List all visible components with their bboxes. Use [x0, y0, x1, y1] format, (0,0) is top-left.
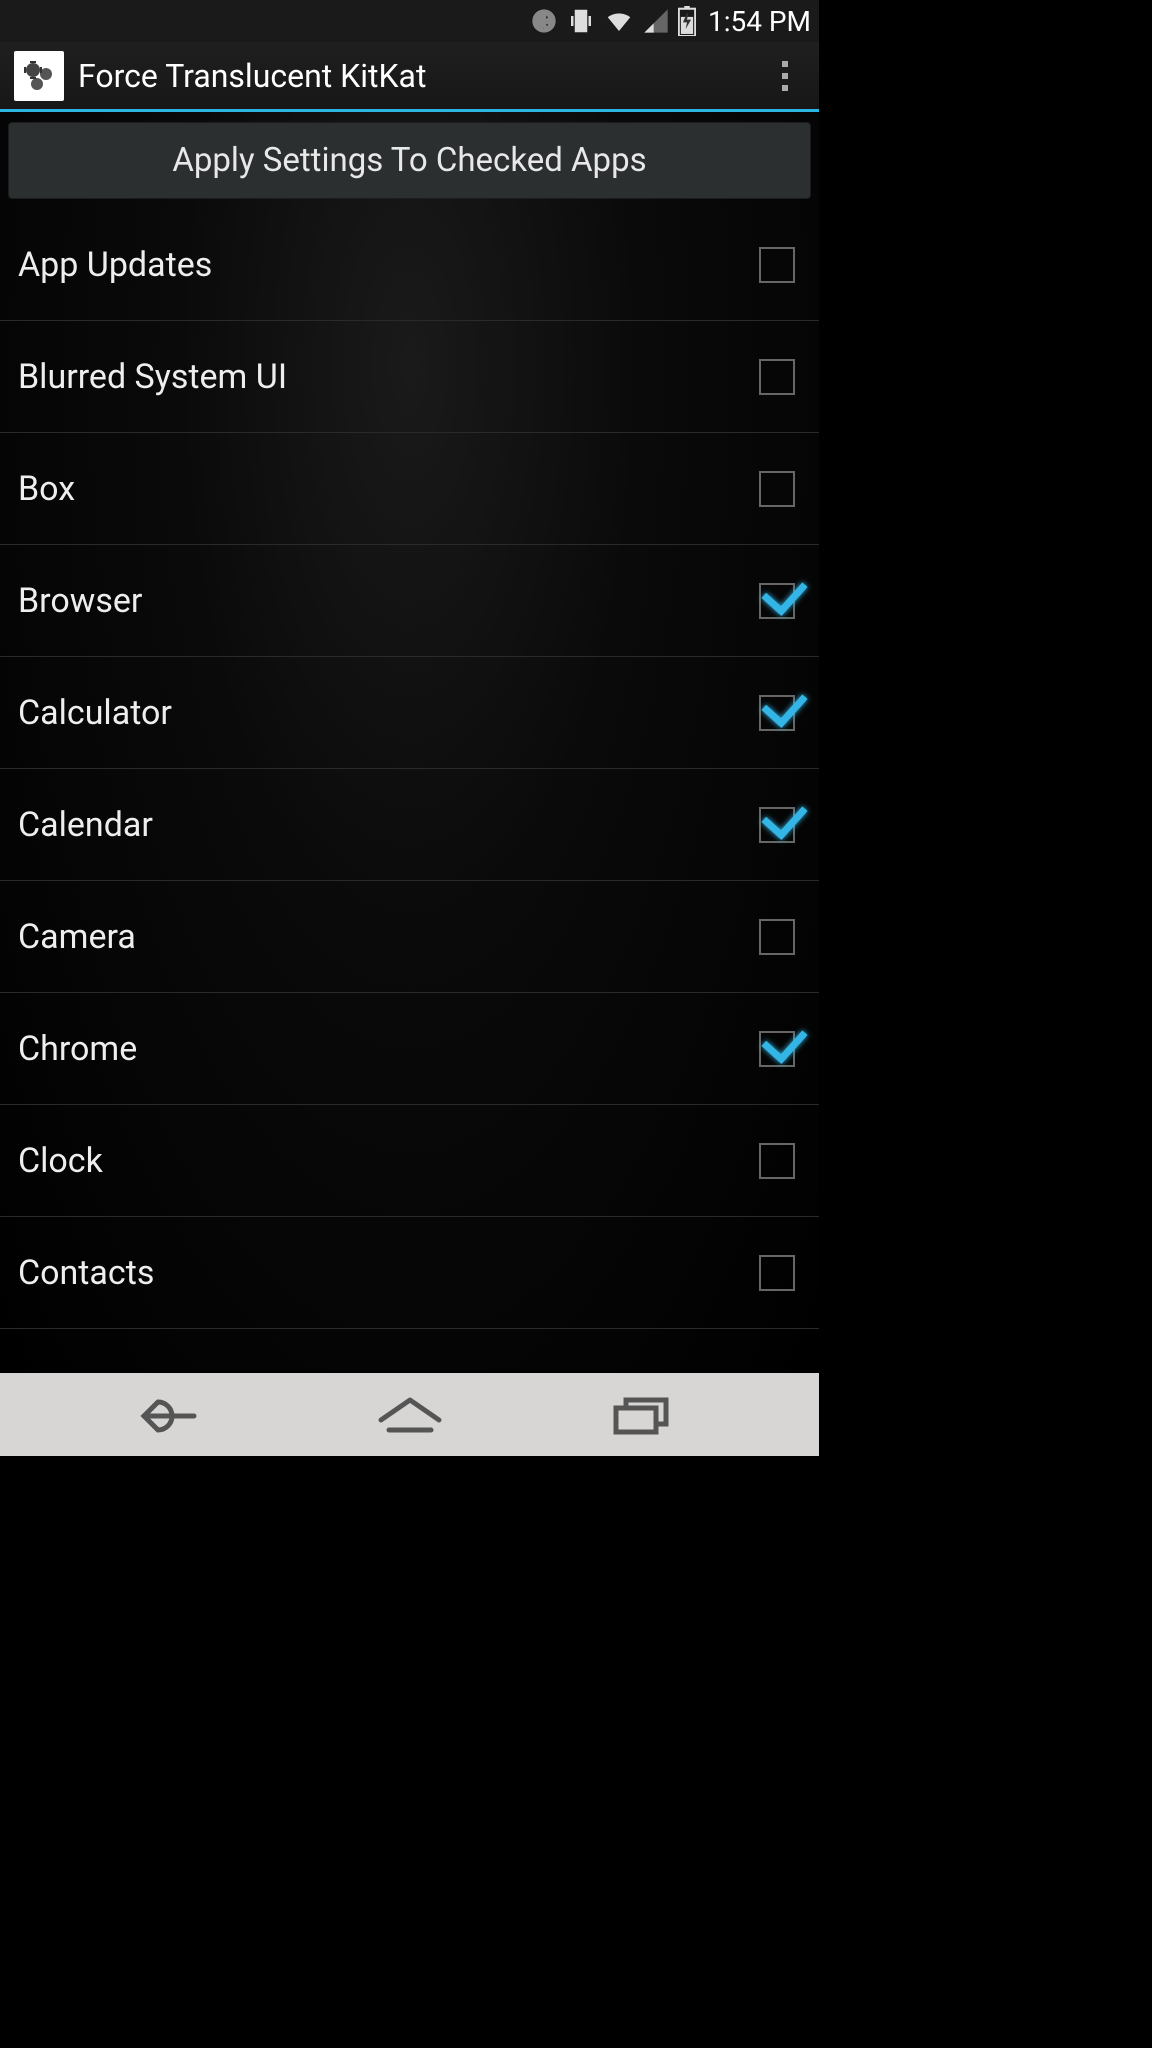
wifi-icon — [604, 6, 634, 36]
app-icon — [14, 51, 64, 101]
app-row[interactable]: Calendar — [0, 769, 819, 881]
app-row[interactable]: Calculator — [0, 657, 819, 769]
action-bar: Force Translucent KitKat — [0, 42, 819, 112]
app-name-label: App Updates — [18, 245, 759, 285]
app-row[interactable]: Camera — [0, 881, 819, 993]
checkbox[interactable] — [759, 583, 795, 619]
back-button[interactable] — [132, 1385, 222, 1445]
app-row[interactable]: App Updates — [0, 209, 819, 321]
recent-apps-button[interactable] — [598, 1385, 688, 1445]
signal-icon — [642, 7, 670, 35]
checkbox[interactable] — [759, 1031, 795, 1067]
app-name-label: Clock — [18, 1141, 759, 1181]
status-time: 1:54 PM — [708, 5, 811, 38]
checkbox[interactable] — [759, 247, 795, 283]
app-name-label: Camera — [18, 917, 759, 957]
app-name-label: Calculator — [18, 693, 759, 733]
app-row[interactable]: Contacts — [0, 1217, 819, 1329]
checkbox[interactable] — [759, 359, 795, 395]
app-row[interactable]: Box — [0, 433, 819, 545]
app-row[interactable]: Blurred System UI — [0, 321, 819, 433]
apply-settings-button[interactable]: Apply Settings To Checked Apps — [8, 122, 811, 199]
battery-charging-icon — [678, 6, 696, 36]
checkbox[interactable] — [759, 1255, 795, 1291]
app-row[interactable]: Clock — [0, 1105, 819, 1217]
checkbox[interactable] — [759, 695, 795, 731]
app-name-label: Browser — [18, 581, 759, 621]
content-area: Apply Settings To Checked Apps App Updat… — [0, 112, 819, 1370]
checkbox[interactable] — [759, 807, 795, 843]
status-bar: 1:54 PM — [0, 0, 819, 42]
app-name-label: Contacts — [18, 1253, 759, 1293]
app-name-label: Calendar — [18, 805, 759, 845]
app-name-label: Chrome — [18, 1029, 759, 1069]
app-row[interactable]: Chrome — [0, 993, 819, 1105]
home-button[interactable] — [365, 1385, 455, 1445]
bluetooth-icon — [530, 7, 558, 35]
checkbox[interactable] — [759, 1143, 795, 1179]
app-list: App Updates Blurred System UI Box Browser Ca… — [0, 209, 819, 1329]
checkbox[interactable] — [759, 471, 795, 507]
app-row[interactable]: Browser — [0, 545, 819, 657]
app-name-label: Blurred System UI — [18, 357, 759, 397]
navigation-bar — [0, 1373, 819, 1456]
app-title: Force Translucent KitKat — [78, 57, 765, 95]
app-name-label: Box — [18, 469, 759, 509]
vibrate-icon — [566, 6, 596, 36]
checkbox[interactable] — [759, 919, 795, 955]
overflow-menu-button[interactable] — [765, 51, 805, 101]
